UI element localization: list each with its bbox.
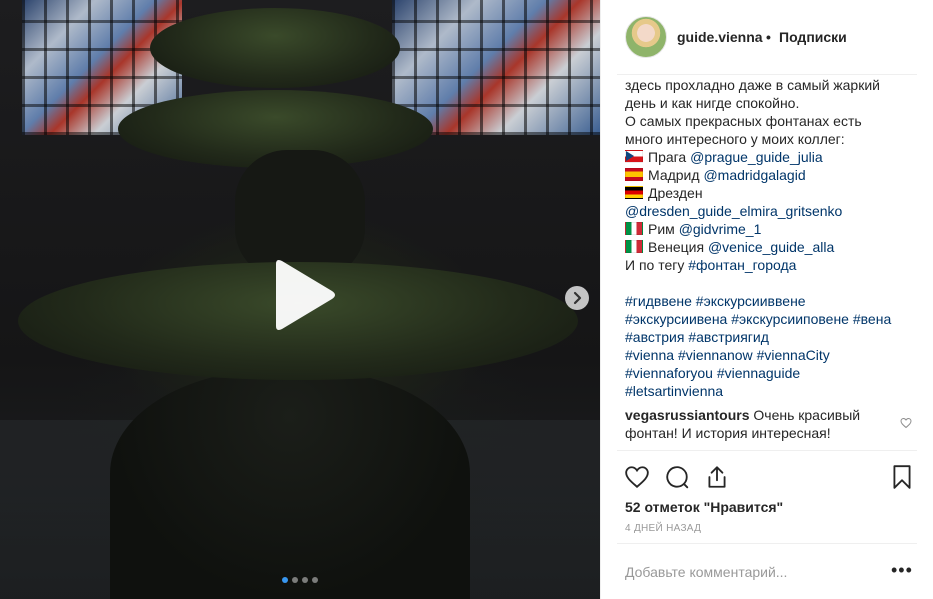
divider <box>617 74 917 75</box>
header-separator: • <box>766 29 771 45</box>
hashtag-line: #экскурсиивена #экскурсииповене #вена <box>625 310 917 328</box>
colleague-venice: Венеция @venice_guide_alla <box>625 238 917 256</box>
divider <box>617 450 917 451</box>
spain-flag-icon <box>625 168 643 181</box>
following-button[interactable]: Подписки <box>779 29 847 45</box>
hashtag-link[interactable]: #vienna <box>625 347 674 363</box>
hashtag-link[interactable]: #viennaCity <box>757 347 830 363</box>
caption-line: здесь прохладно даже в самый жаркий <box>625 77 880 93</box>
comment: vegasrussiantours Очень красивый фонтан!… <box>625 406 895 442</box>
post-header: guide.vienna • Подписки <box>601 0 933 75</box>
divider <box>617 543 917 544</box>
city-label: Мадрид <box>648 167 700 183</box>
city-label: Рим <box>648 221 675 237</box>
post-caption: здесь прохладно даже в самый жаркий день… <box>625 76 917 400</box>
hashtag-link[interactable]: #экскурсииповене <box>731 311 849 327</box>
tag-line: И по тегу #фонтан_города <box>625 256 917 274</box>
likes-count[interactable]: 52 отметок "Нравится" <box>625 499 783 515</box>
hashtag-link[interactable]: #фонтан_города <box>688 257 796 273</box>
username-link[interactable]: guide.vienna <box>677 29 763 45</box>
hashtag-line: #австрия #австриягид <box>625 328 917 346</box>
carousel-dot <box>292 577 298 583</box>
carousel-dot <box>312 577 318 583</box>
hashtag-link[interactable]: #вена <box>853 311 891 327</box>
hashtag-link[interactable]: #экскурсиивена <box>625 311 727 327</box>
comment-author[interactable]: vegasrussiantours <box>625 407 750 423</box>
caption-line: день и как нигде спокойно. <box>625 95 800 111</box>
post-media-video[interactable] <box>0 0 600 599</box>
mention-link[interactable]: @madridgalagid <box>703 167 805 183</box>
mention-link[interactable]: @prague_guide_julia <box>690 149 823 165</box>
avatar[interactable] <box>625 16 667 58</box>
comment-icon[interactable] <box>664 464 690 490</box>
fountain-base <box>110 370 470 599</box>
hashtag-link[interactable]: #экскурсииввене <box>696 293 806 309</box>
tag-line-text: И по тегу <box>625 257 685 273</box>
carousel-dot <box>282 577 288 583</box>
post-timestamp: 4 ДНЕЙ НАЗАД <box>625 523 702 534</box>
italy-flag-icon <box>625 222 643 235</box>
colleague-rome: Рим @gidvrime_1 <box>625 220 917 238</box>
hashtag-link[interactable]: #viennanow <box>678 347 753 363</box>
carousel-dot <box>302 577 308 583</box>
germany-flag-icon <box>625 186 643 199</box>
carousel-dots <box>282 577 318 583</box>
chevron-right-icon[interactable] <box>565 286 589 310</box>
more-options-icon[interactable]: ••• <box>891 560 913 581</box>
city-label: Дрезден <box>648 185 703 201</box>
italy-flag-icon <box>625 240 643 253</box>
mention-link[interactable]: @gidvrime_1 <box>679 221 762 237</box>
instagram-post-viewer: guide.vienna • Подписки здесь прохладно … <box>0 0 933 599</box>
hashtag-block: #гидввене #экскурсииввене #экскурсиивена … <box>625 292 917 400</box>
czech-flag-icon <box>625 150 643 163</box>
hashtag-link[interactable]: #letsartinvienna <box>625 383 723 399</box>
add-comment-input[interactable]: Добавьте комментарий... <box>625 564 787 580</box>
city-label: Венеция <box>648 239 705 255</box>
colleague-dresden-handle: @dresden_guide_elmira_gritsenko <box>625 202 917 220</box>
hashtag-line: #viennaforyou #viennaguide <box>625 364 917 382</box>
fountain-top-bowl <box>150 8 400 88</box>
hashtag-line: #letsartinvienna <box>625 382 917 400</box>
colleague-prague: Прага @prague_guide_julia <box>625 148 917 166</box>
comment-text: фонтан! И история интересная! <box>625 425 831 441</box>
city-label: Прага <box>648 149 687 165</box>
mention-link[interactable]: @dresden_guide_elmira_gritsenko <box>625 203 842 219</box>
hashtag-link[interactable]: #гидввене <box>625 293 692 309</box>
share-icon[interactable] <box>704 464 730 490</box>
hashtag-link[interactable]: #австриягид <box>688 329 769 345</box>
play-icon[interactable] <box>266 258 338 332</box>
hashtag-link[interactable]: #viennaforyou <box>625 365 713 381</box>
comment-text: Очень красивый <box>753 407 861 423</box>
caption-line: много интересного у моих коллег: <box>625 131 845 147</box>
hashtag-line: #гидввене #экскурсииввене <box>625 292 917 310</box>
colleague-madrid: Мадрид @madridgalagid <box>625 166 917 184</box>
colleague-dresden: Дрезден <box>625 184 917 202</box>
bookmark-icon[interactable] <box>889 464 915 490</box>
comment-like-heart-icon[interactable] <box>900 417 912 429</box>
hashtag-link[interactable]: #австрия <box>625 329 684 345</box>
hashtag-link[interactable]: #viennaguide <box>717 365 800 381</box>
heart-icon[interactable] <box>624 464 650 490</box>
caption-line: О самых прекрасных фонтанах есть <box>625 113 862 129</box>
post-sidebar: guide.vienna • Подписки здесь прохладно … <box>600 0 933 599</box>
mention-link[interactable]: @venice_guide_alla <box>708 239 834 255</box>
hashtag-line: #vienna #viennanow #viennaCity <box>625 346 917 364</box>
